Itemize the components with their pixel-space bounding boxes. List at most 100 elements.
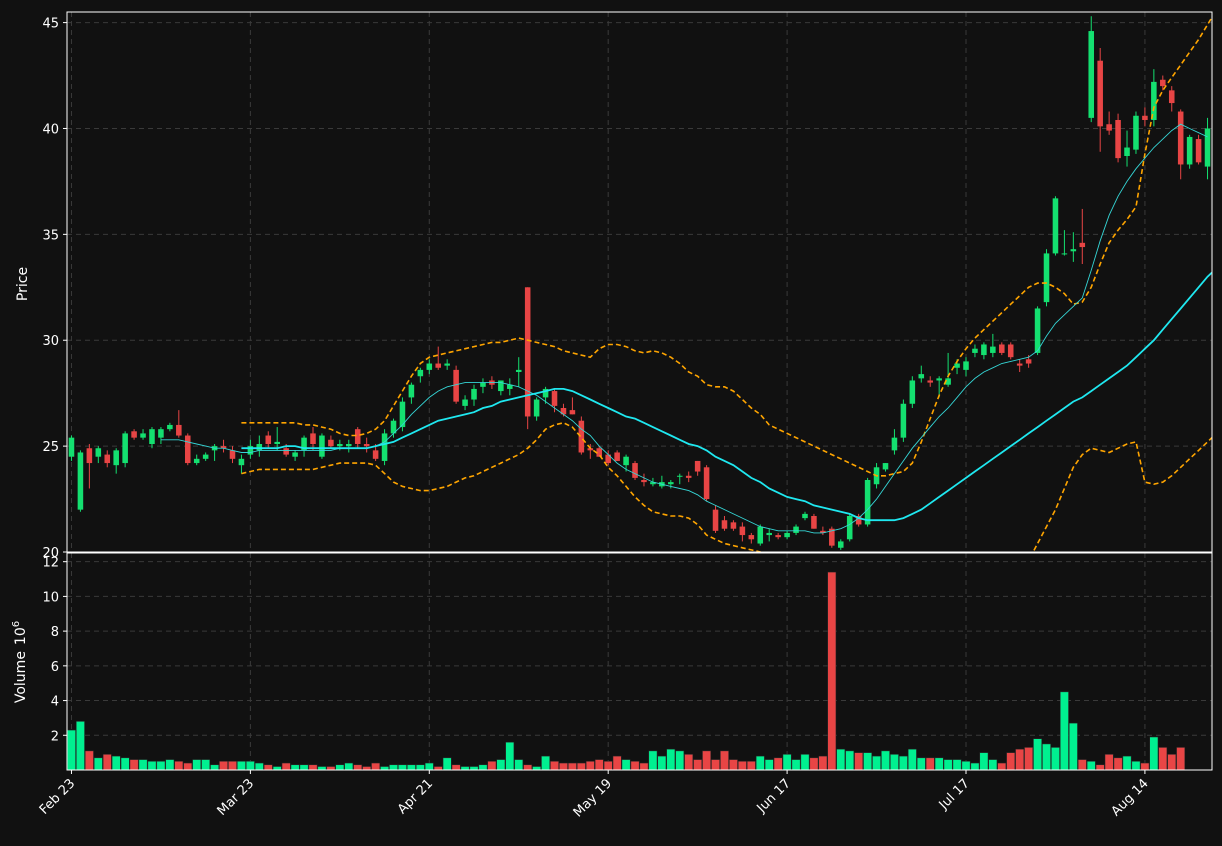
volume-bar xyxy=(568,762,577,770)
candle-body xyxy=(551,391,558,406)
candle-body xyxy=(140,433,146,438)
volume-bar xyxy=(1042,743,1051,770)
volume-bar xyxy=(67,729,76,770)
volume-bar xyxy=(344,762,354,770)
volume-bar xyxy=(854,752,864,770)
volume-bar xyxy=(380,766,389,770)
volume-bar xyxy=(290,764,300,770)
candle-body xyxy=(846,516,853,540)
volume-tick-label: 4 xyxy=(51,695,59,710)
candle-body xyxy=(793,526,799,533)
volume-bar xyxy=(711,759,720,770)
volume-bar xyxy=(603,761,613,770)
volume-bar xyxy=(219,761,228,770)
candle-body xyxy=(1043,253,1050,303)
volume-bar xyxy=(791,759,801,770)
volume-bar xyxy=(469,766,479,770)
candle-body xyxy=(167,424,173,430)
volume-bar xyxy=(979,752,989,770)
candle-body xyxy=(462,399,468,406)
volume-bar xyxy=(630,761,640,770)
volume-bar xyxy=(746,761,756,770)
volume-bar xyxy=(308,764,318,770)
candle-body xyxy=(721,520,728,529)
candle-body xyxy=(918,374,925,379)
volume-bar xyxy=(693,759,703,770)
candle-body xyxy=(193,458,200,464)
candle-body xyxy=(1007,344,1014,358)
volume-bar xyxy=(362,766,372,770)
candle-body xyxy=(891,437,898,451)
volume-bar xyxy=(621,759,631,770)
volume-bar xyxy=(281,762,291,770)
volume-bar xyxy=(496,759,506,770)
volume-bar xyxy=(970,762,980,770)
volume-bar xyxy=(988,759,998,770)
volume-bar xyxy=(612,755,622,770)
candle-body xyxy=(202,454,209,459)
candle-body xyxy=(238,458,245,466)
volume-bar xyxy=(925,757,935,770)
candle-body xyxy=(471,388,477,400)
candle-body xyxy=(158,429,164,438)
volume-bar xyxy=(1176,747,1186,770)
volume-bar xyxy=(93,757,103,770)
candle-body xyxy=(176,424,182,436)
candle-body xyxy=(1061,253,1068,255)
candle-body xyxy=(363,444,370,447)
volume-bar xyxy=(952,759,962,770)
volume-bar xyxy=(1068,722,1078,770)
candle-body xyxy=(515,369,522,372)
volume-bar xyxy=(755,755,765,770)
candle-body xyxy=(1204,128,1211,167)
candle-body xyxy=(1160,79,1166,87)
volume-bar xyxy=(594,759,604,770)
volume-bar xyxy=(174,761,184,770)
candle-body xyxy=(533,399,540,417)
volume-bar xyxy=(729,759,738,770)
candle-body xyxy=(372,450,379,459)
volume-bar xyxy=(773,757,783,770)
candle-body xyxy=(274,441,280,444)
volume-axis-label: Volume 106 xyxy=(11,621,29,703)
volume-bar xyxy=(478,764,488,770)
candle-body xyxy=(104,454,111,464)
volume-bar xyxy=(210,764,219,770)
candle-body xyxy=(972,348,978,353)
volume-bar xyxy=(1033,738,1042,770)
candle-body xyxy=(1025,359,1032,364)
volume-bar xyxy=(1158,747,1168,770)
volume-bar xyxy=(997,762,1007,770)
volume-bar xyxy=(371,762,380,770)
candle-body xyxy=(95,448,102,457)
candle-body xyxy=(1097,60,1103,127)
volume-bar xyxy=(487,761,497,770)
candle-body xyxy=(319,435,325,457)
volume-bar xyxy=(228,761,237,770)
volume-tick-label: 10 xyxy=(42,590,59,605)
volume-bar xyxy=(415,764,425,770)
volume-bar xyxy=(827,571,837,770)
volume-bar xyxy=(460,766,470,770)
candle-body xyxy=(685,475,692,478)
volume-bar xyxy=(353,764,363,770)
candle-body xyxy=(498,380,504,392)
candle-body xyxy=(417,369,424,377)
candle-body xyxy=(569,410,576,415)
volume-bar xyxy=(299,764,309,770)
stock-chart: 20 25 30 35 40 45 2 4 6 8 10 12 Feb 23 Mar 23 Apr 21 M… xyxy=(0,0,1222,842)
volume-bar xyxy=(111,755,121,770)
candle-body xyxy=(927,380,933,383)
candle-body xyxy=(1016,363,1023,366)
volume-bar xyxy=(961,761,971,770)
candle-body xyxy=(435,363,442,368)
candle-body xyxy=(999,344,1005,353)
candle-body xyxy=(113,450,119,466)
volume-bar xyxy=(523,764,533,770)
volume-bar xyxy=(532,766,541,770)
candle-body xyxy=(77,452,84,510)
volume-bar xyxy=(201,759,211,770)
volume-bar xyxy=(1051,747,1060,770)
volume-bar xyxy=(505,741,515,770)
candle-body xyxy=(900,403,907,438)
